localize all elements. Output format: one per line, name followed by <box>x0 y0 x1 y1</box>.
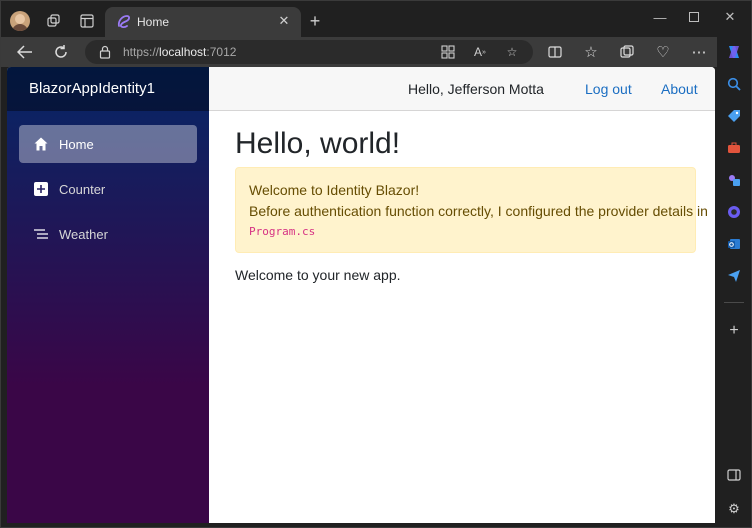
tab-strip: Home ✕ + — ✕ <box>1 1 751 37</box>
favorite-star-icon[interactable]: ☆ <box>503 43 521 61</box>
sidebar-settings-gear-icon[interactable]: ⚙ <box>724 499 744 519</box>
hide-sidebar-icon[interactable] <box>724 465 744 485</box>
split-screen-icon[interactable] <box>543 41 567 63</box>
maximize-icon[interactable] <box>683 7 705 27</box>
favorites-icon[interactable]: ☆ <box>579 41 603 63</box>
back-icon[interactable] <box>13 41 37 63</box>
blazor-favicon-icon <box>116 14 132 30</box>
nav-item-home[interactable]: Home <box>19 125 197 163</box>
edge-sidebar: + ⚙ <box>717 37 751 527</box>
read-aloud-icon[interactable]: A» <box>471 43 489 61</box>
alert-title: Welcome to Identity Blazor! <box>249 182 420 198</box>
workspaces-icon[interactable] <box>43 10 65 32</box>
new-tab-icon[interactable]: + <box>305 11 325 31</box>
web-page: BlazorAppIdentity1 Home Counter Weather <box>7 67 715 523</box>
copilot-icon[interactable] <box>724 42 744 62</box>
tab-home[interactable]: Home ✕ <box>105 7 301 37</box>
logout-link[interactable]: Log out <box>585 81 632 97</box>
alert-code-filename: Program.cs <box>249 225 316 238</box>
nav-item-label: Home <box>59 137 94 152</box>
browser-essentials-icon[interactable]: ♡ <box>651 41 675 63</box>
browser-toolbar: https://localhost:7012 A» ☆ ☆ ♡ ⋯ <box>1 37 717 67</box>
tab-close-icon[interactable]: ✕ <box>275 12 293 30</box>
welcome-text: Welcome to your new app. <box>235 267 401 283</box>
drop-send-icon[interactable] <box>724 266 744 286</box>
tools-briefcase-icon[interactable] <box>724 138 744 158</box>
alert-message: Before authentication function correctly… <box>249 203 708 219</box>
games-icon[interactable] <box>724 170 744 190</box>
profile-avatar[interactable] <box>10 11 30 31</box>
house-icon <box>33 136 49 152</box>
refresh-icon[interactable] <box>49 41 73 63</box>
minimize-icon[interactable]: — <box>649 7 671 27</box>
top-row: Hello, Jefferson Motta Log out About <box>209 67 715 111</box>
app-brand[interactable]: BlazorAppIdentity1 <box>29 80 155 97</box>
sidebar-divider <box>724 302 744 303</box>
search-icon[interactable] <box>724 74 744 94</box>
app-sidebar: BlazorAppIdentity1 Home Counter Weather <box>7 67 209 523</box>
collections-icon[interactable] <box>615 41 639 63</box>
navbar-brand-bar: BlazorAppIdentity1 <box>7 67 209 111</box>
about-link[interactable]: About <box>661 81 698 97</box>
nav-item-weather[interactable]: Weather <box>19 215 197 253</box>
vertical-tabs-icon[interactable] <box>76 10 98 32</box>
settings-and-more-icon[interactable]: ⋯ <box>687 41 711 63</box>
nav-item-label: Counter <box>59 182 106 197</box>
add-sidebar-app-icon[interactable]: + <box>724 321 744 341</box>
info-alert: Welcome to Identity Blazor! Before authe… <box>235 167 708 253</box>
lock-icon[interactable] <box>97 44 113 60</box>
user-greeting: Hello, Jefferson Motta <box>408 81 544 97</box>
close-window-icon[interactable]: ✕ <box>719 7 741 27</box>
shopping-tag-icon[interactable] <box>724 106 744 126</box>
nav-item-label: Weather <box>59 227 108 242</box>
outlook-icon[interactable] <box>724 234 744 254</box>
page-heading: Hello, world! <box>235 127 401 160</box>
microsoft-365-icon[interactable] <box>724 202 744 222</box>
address-bar[interactable]: https://localhost:7012 A» ☆ <box>85 40 533 64</box>
app-available-icon[interactable] <box>439 43 457 61</box>
browser-window: Home ✕ + — ✕ https://localhost:7012 A» ☆ <box>0 0 752 528</box>
main-content: Hello, Jefferson Motta Log out About Hel… <box>209 67 715 523</box>
tab-title: Home <box>137 15 170 29</box>
plus-square-icon <box>33 181 49 197</box>
nav-item-counter[interactable]: Counter <box>19 170 197 208</box>
url-text: https://localhost:7012 <box>123 45 237 59</box>
list-lines-icon <box>33 226 49 242</box>
